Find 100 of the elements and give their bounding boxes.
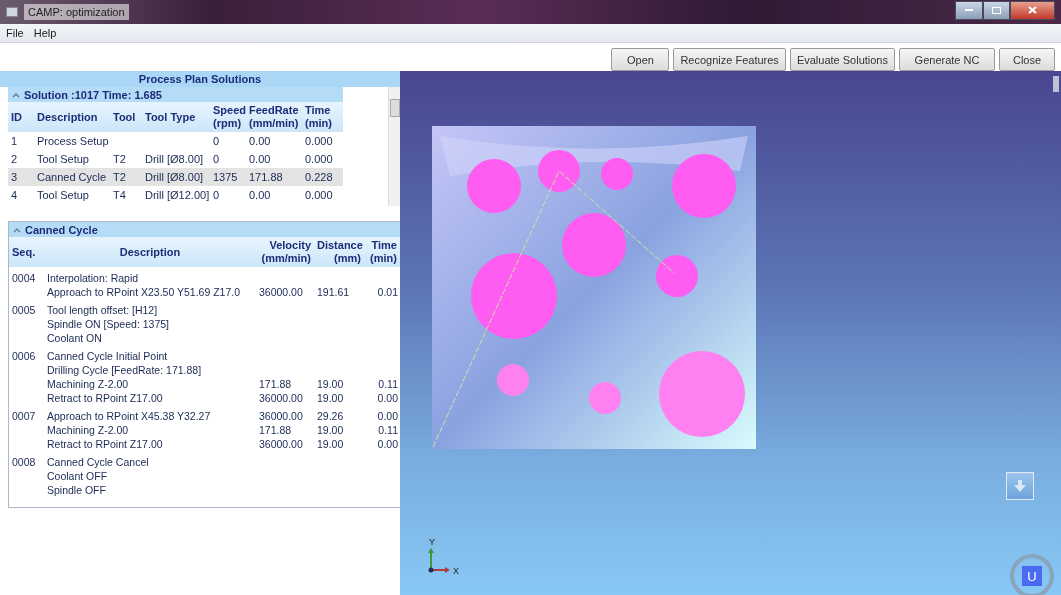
column-header[interactable]: Tool — [110, 102, 142, 132]
table-cell[interactable]: 0.00 — [246, 150, 302, 168]
close-window-button[interactable] — [1010, 0, 1055, 20]
step-description: Retract to RPoint Z17.00 — [47, 392, 163, 404]
table-cell: 19.00 — [317, 424, 344, 436]
scrollbar[interactable] — [388, 87, 400, 206]
menu-item[interactable]: Help — [33, 27, 57, 39]
table-cell[interactable]: 0 — [210, 150, 246, 168]
sequence-number: 0006 — [12, 350, 36, 362]
window-title: CAMP: optimization — [24, 4, 129, 20]
table-cell: 36000.00 — [259, 438, 303, 450]
maximize-icon — [992, 6, 1001, 14]
step-description: Approach to RPoint X23.50 Y51.69 Z17.0 — [47, 286, 241, 298]
table-cell[interactable]: 0.000 — [302, 150, 343, 168]
column-header[interactable]: FeedRate (mm/min) — [246, 102, 302, 132]
sequence-number: 0008 — [12, 456, 36, 468]
toolbar-button[interactable]: Close — [999, 48, 1055, 71]
table-cell[interactable]: Canned Cycle — [34, 168, 110, 186]
minimize-button[interactable] — [955, 0, 983, 20]
column-header[interactable]: Speed (rpm) — [210, 102, 246, 132]
step-description: Tool length offset: [H12] — [47, 304, 158, 316]
view-cube-button[interactable]: U — [1010, 554, 1054, 595]
view-button[interactable] — [1006, 472, 1034, 500]
table-cell: 0.00 — [377, 410, 398, 422]
step-description: Retract to RPoint Z17.00 — [47, 438, 163, 450]
table-cell[interactable]: 0.00 — [246, 186, 302, 204]
table-cell[interactable]: 0.000 — [302, 132, 343, 150]
step-description: Coolant OFF — [47, 470, 108, 482]
step-description: Approach to RPoint X45.38 Y32.27 — [47, 410, 211, 422]
step-description: Machining Z-2.00 — [47, 424, 129, 436]
toolbar-button[interactable]: Generate NC — [899, 48, 995, 71]
table-cell[interactable]: 0.00 — [246, 132, 302, 150]
column-header[interactable]: Description — [34, 102, 110, 132]
table-cell[interactable]: 4 — [8, 186, 34, 204]
axis-triad-icon — [428, 547, 452, 573]
step-description: Canned Cycle Cancel — [47, 456, 149, 468]
table-cell: 19.00 — [317, 392, 344, 404]
sequence-number: 0005 — [12, 304, 36, 316]
table-cell[interactable]: Drill [Ø12.00] — [142, 186, 210, 204]
axis-label: Y — [429, 537, 435, 547]
table-cell: 0.11 — [378, 424, 398, 436]
table-cell[interactable]: T2 — [110, 150, 142, 168]
table-cell[interactable]: 0 — [210, 132, 246, 150]
collapse-chevron-icon[interactable] — [12, 91, 20, 98]
step-description: Interpolation: Rapid — [47, 272, 139, 284]
table-cell[interactable]: 2 — [8, 150, 34, 168]
group-label: Canned Cycle — [25, 223, 98, 236]
panel-title: Process Plan Solutions — [0, 71, 400, 87]
close-icon — [1028, 6, 1037, 14]
column-header[interactable]: Time (min) — [364, 237, 400, 267]
group-header[interactable]: Canned Cycle — [9, 222, 400, 237]
column-header[interactable]: Time (min) — [302, 102, 343, 132]
table-cell[interactable]: Tool Setup — [34, 150, 110, 168]
collapse-chevron-icon[interactable] — [13, 226, 21, 233]
column-header[interactable]: Seq. — [9, 237, 44, 267]
table-cell[interactable]: 0 — [210, 186, 246, 204]
column-header[interactable]: ID — [8, 102, 34, 132]
table-cell: 0.00 — [377, 392, 398, 404]
table-cell[interactable]: 1 — [8, 132, 34, 150]
toolbar-button[interactable]: Open — [611, 48, 670, 71]
step-description: Coolant ON — [47, 332, 102, 344]
table-cell[interactable]: T4 — [110, 186, 142, 204]
step-description: Drilling Cycle [FeedRate: 171.88] — [47, 364, 202, 376]
step-description: Machining Z-2.00 — [47, 378, 129, 390]
table-cell[interactable]: 0.228 — [302, 168, 343, 186]
column-header[interactable]: Velocity (mm/min) — [256, 237, 314, 267]
table-cell: 0.00 — [377, 438, 398, 450]
axis-label: X — [453, 566, 459, 576]
sequence-number: 0004 — [12, 272, 36, 284]
table-cell: 29.26 — [317, 410, 344, 422]
column-header[interactable]: Tool Type — [142, 102, 210, 132]
table-cell[interactable]: 171.88 — [246, 168, 302, 186]
table-cell: 19.00 — [317, 438, 344, 450]
step-description: Canned Cycle Initial Point — [47, 350, 168, 362]
toolbar-button[interactable]: Recognize Features — [673, 48, 786, 71]
down-arrow-icon — [1014, 480, 1026, 492]
table-cell[interactable]: Process Setup — [34, 132, 110, 150]
sequence-number: 0007 — [12, 410, 36, 422]
menu-item[interactable]: File — [6, 27, 24, 39]
group-header[interactable]: Solution :1017 Time: 1.685 — [8, 87, 343, 102]
scrollbar[interactable] — [1053, 76, 1059, 92]
table-cell: 191.61 — [317, 286, 350, 298]
step-description: Spindle OFF — [47, 484, 106, 496]
step-description: Spindle ON [Speed: 1375] — [47, 318, 169, 330]
table-cell[interactable]: Drill [Ø8.00] — [142, 150, 210, 168]
table-cell: 171.88 — [259, 378, 292, 390]
minimize-icon — [965, 9, 973, 11]
table-cell[interactable]: 3 — [8, 168, 34, 186]
column-header[interactable]: Description — [44, 237, 256, 267]
table-cell[interactable]: T2 — [110, 168, 142, 186]
table-cell: 19.00 — [317, 378, 344, 390]
table-cell[interactable]: Drill [Ø8.00] — [142, 168, 210, 186]
column-header[interactable]: Distance (mm) — [314, 237, 364, 267]
toolbar-button[interactable]: Evaluate Solutions — [789, 48, 895, 71]
table-cell[interactable]: 0.000 — [302, 186, 343, 204]
table-cell[interactable]: Tool Setup — [34, 186, 110, 204]
table-cell: 171.88 — [259, 424, 292, 436]
table-cell: 36000.00 — [259, 410, 303, 422]
table-cell[interactable]: 1375 — [210, 168, 246, 186]
maximize-button[interactable] — [983, 0, 1010, 20]
